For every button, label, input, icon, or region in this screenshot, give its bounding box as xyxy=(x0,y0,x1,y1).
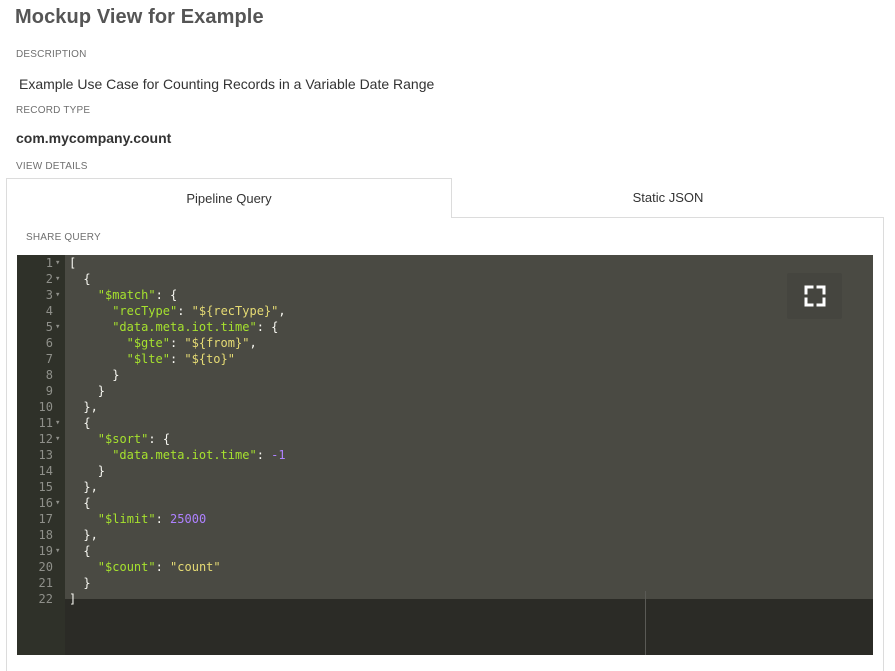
fold-toggle-icon[interactable]: ▾ xyxy=(55,495,60,511)
code-text: "data.meta.iot.time": -1 xyxy=(112,448,286,462)
line-number: 9 xyxy=(45,384,53,398)
code-line: 20 "$count": "count" xyxy=(17,559,873,575)
code-line: 15}, xyxy=(17,479,873,495)
fold-toggle-icon[interactable]: ▾ xyxy=(55,287,60,303)
code-line: 13 "data.meta.iot.time": -1 xyxy=(17,447,873,463)
code-text: "$gte": "${from}", xyxy=(126,336,257,350)
line-number: 17 xyxy=(38,512,53,526)
description-label: DESCRIPTION xyxy=(16,49,87,60)
line-number: 13 xyxy=(38,448,53,462)
fold-toggle-icon[interactable]: ▾ xyxy=(55,255,60,271)
code-text: "$limit": 25000 xyxy=(97,512,207,526)
code-line: 11 ▾ { xyxy=(17,415,873,431)
fold-toggle-icon[interactable]: ▾ xyxy=(55,319,60,335)
code-line: 22] xyxy=(17,591,873,607)
code-line: 6 "$gte": "${from}", xyxy=(17,335,873,351)
line-number: 12 xyxy=(38,432,53,446)
fold-toggle-icon[interactable]: ▾ xyxy=(55,431,60,447)
line-number: 21 xyxy=(38,576,53,590)
fold-toggle-icon[interactable]: ▾ xyxy=(55,415,60,431)
line-number: 7 xyxy=(45,352,53,366)
code-text: } xyxy=(83,576,91,590)
line-number: 19 xyxy=(38,544,53,558)
line-number: 20 xyxy=(38,560,53,574)
code-text: [ xyxy=(69,256,77,270)
code-line: 8} xyxy=(17,367,873,383)
code-line: 4 "recType": "${recType}", xyxy=(17,303,873,319)
code-line: 5 ▾ "data.meta.iot.time": { xyxy=(17,319,873,335)
record-type-value: com.mycompany.count xyxy=(16,130,172,146)
tab-static-json-label: Static JSON xyxy=(632,190,704,205)
tab-static-json[interactable]: Static JSON xyxy=(452,178,884,218)
code-line: 7 "$lte": "${to}" xyxy=(17,351,873,367)
line-number: 2 xyxy=(45,272,53,286)
line-number: 15 xyxy=(38,480,53,494)
code-text: "$lte": "${to}" xyxy=(126,352,235,366)
fold-toggle-icon[interactable]: ▾ xyxy=(55,271,60,287)
line-number: 5 xyxy=(45,320,53,334)
line-number: 14 xyxy=(38,464,53,478)
code-line: 19 ▾ { xyxy=(17,543,873,559)
code-text: } xyxy=(97,464,106,478)
code-text: "$count": "count" xyxy=(97,560,221,574)
record-type-label: RECORD TYPE xyxy=(16,105,91,116)
code-line: 2 ▾ { xyxy=(17,271,873,287)
description-value: Example Use Case for Counting Records in… xyxy=(19,76,435,92)
fold-toggle-icon[interactable]: ▾ xyxy=(55,543,60,559)
code-text: } xyxy=(97,384,106,398)
code-text: { xyxy=(83,496,91,510)
code-line: 1 ▾ [ xyxy=(17,255,873,271)
code-text: }, xyxy=(83,480,98,494)
line-number: 4 xyxy=(45,304,53,318)
code-text: { xyxy=(83,416,91,430)
line-number: 10 xyxy=(38,400,53,414)
code-text: } xyxy=(112,368,120,382)
line-number: 18 xyxy=(38,528,53,542)
line-number: 3 xyxy=(45,288,53,302)
share-query-label: SHARE QUERY xyxy=(26,232,101,243)
code-text: { xyxy=(83,544,91,558)
code-line: 9} xyxy=(17,383,873,399)
line-number: 11 xyxy=(38,416,53,430)
code-line: 12 ▾ "$sort": { xyxy=(17,431,873,447)
code-text: "recType": "${recType}", xyxy=(112,304,286,318)
line-number: 22 xyxy=(38,592,53,606)
expand-icon xyxy=(804,285,826,307)
code-text: }, xyxy=(83,400,98,414)
code-text: "data.meta.iot.time": { xyxy=(112,320,279,334)
tab-pipeline-query[interactable]: Pipeline Query xyxy=(6,178,452,218)
code-line: 21} xyxy=(17,575,873,591)
page-title: Mockup View for Example xyxy=(15,6,264,28)
fullscreen-button[interactable] xyxy=(787,273,842,319)
code-line: 10}, xyxy=(17,399,873,415)
code-text: "$match": { xyxy=(97,288,178,302)
code-line: 17 "$limit": 25000 xyxy=(17,511,873,527)
code-line: 3 ▾ "$match": { xyxy=(17,287,873,303)
code-line: 16 ▾ { xyxy=(17,495,873,511)
view-details-label: VIEW DETAILS xyxy=(16,161,88,172)
code-text: }, xyxy=(83,528,98,542)
line-number: 1 xyxy=(45,256,53,270)
tab-pipeline-query-label: Pipeline Query xyxy=(186,191,272,206)
line-number: 8 xyxy=(45,368,53,382)
code-editor[interactable]: 1 ▾[2 ▾{3 ▾ "$match": {4 "recType": "${recTyp… xyxy=(17,255,873,655)
code-text: { xyxy=(83,272,91,286)
code-text: "$sort": { xyxy=(97,432,171,446)
code-line: 14} xyxy=(17,463,873,479)
line-number: 6 xyxy=(45,336,53,350)
code-text: ] xyxy=(69,592,77,606)
code-line: 18}, xyxy=(17,527,873,543)
line-number: 16 xyxy=(38,496,53,510)
view-tabs: Pipeline Query Static JSON xyxy=(6,178,884,218)
